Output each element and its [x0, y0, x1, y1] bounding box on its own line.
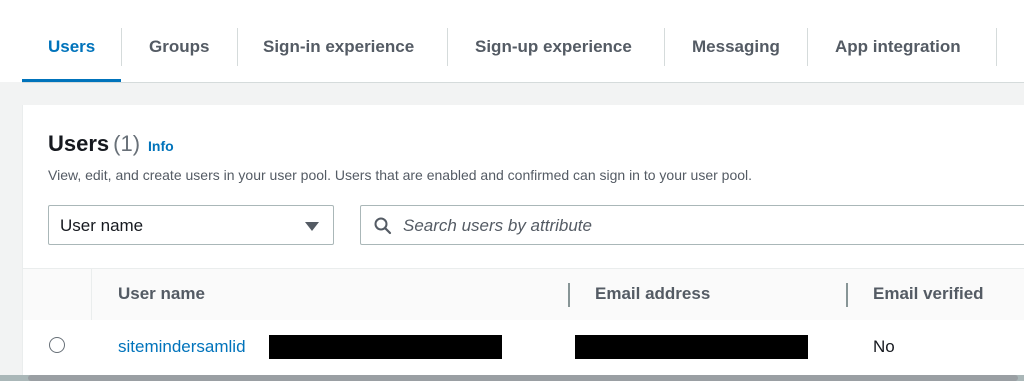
- column-header-email-verified[interactable]: Email verified: [873, 284, 984, 304]
- search-icon: [374, 217, 392, 235]
- table-row: sitemindersamlid No: [23, 320, 1024, 370]
- caret-down-icon: [305, 222, 319, 231]
- panel-header: Users (1) Info: [48, 131, 174, 157]
- panel-title: Users: [48, 131, 110, 156]
- tab-users[interactable]: Users: [48, 33, 95, 61]
- tab-bar: Users Groups Sign-in experience Sign-up …: [0, 0, 1024, 83]
- tabs-divider: [22, 82, 1024, 83]
- scrollbar-thumb[interactable]: [28, 375, 1018, 381]
- tab-separator: [807, 28, 808, 66]
- row-radio-icon[interactable]: [49, 337, 65, 353]
- panel-description: View, edit, and create users in your use…: [48, 167, 753, 183]
- user-count: (1): [113, 131, 141, 156]
- tab-sign-up-experience[interactable]: Sign-up experience: [475, 33, 632, 61]
- attribute-select[interactable]: User name: [48, 205, 334, 245]
- search-box: [360, 205, 1024, 245]
- tab-sign-in-experience[interactable]: Sign-in experience: [263, 33, 414, 61]
- users-panel: Users (1) Info View, edit, and create user…: [22, 105, 1024, 381]
- column-resize-handle[interactable]: [846, 283, 848, 307]
- tab-messaging[interactable]: Messaging: [692, 33, 780, 61]
- username-link[interactable]: sitemindersamlid: [118, 337, 246, 357]
- search-input[interactable]: [401, 212, 1005, 240]
- column-header-email-address[interactable]: Email address: [595, 284, 710, 304]
- attribute-select-value: User name: [60, 216, 144, 235]
- tab-separator: [237, 28, 238, 66]
- tab-separator: [121, 28, 122, 66]
- horizontal-scrollbar[interactable]: [0, 375, 1024, 381]
- column-header-user-name[interactable]: User name: [118, 284, 205, 304]
- tab-separator: [664, 28, 665, 66]
- email-verified-value: No: [873, 337, 895, 356]
- info-link[interactable]: Info: [148, 138, 174, 154]
- tab-separator: [996, 28, 997, 66]
- redacted-email-block: [575, 335, 808, 359]
- tab-groups[interactable]: Groups: [149, 33, 209, 61]
- column-divider: [91, 269, 92, 320]
- column-resize-handle[interactable]: [568, 283, 570, 307]
- tab-app-integration[interactable]: App integration: [835, 33, 961, 61]
- table-header: User name Email address Email verified: [23, 268, 1024, 321]
- redacted-username-block: [269, 335, 502, 359]
- tab-separator: [447, 28, 448, 66]
